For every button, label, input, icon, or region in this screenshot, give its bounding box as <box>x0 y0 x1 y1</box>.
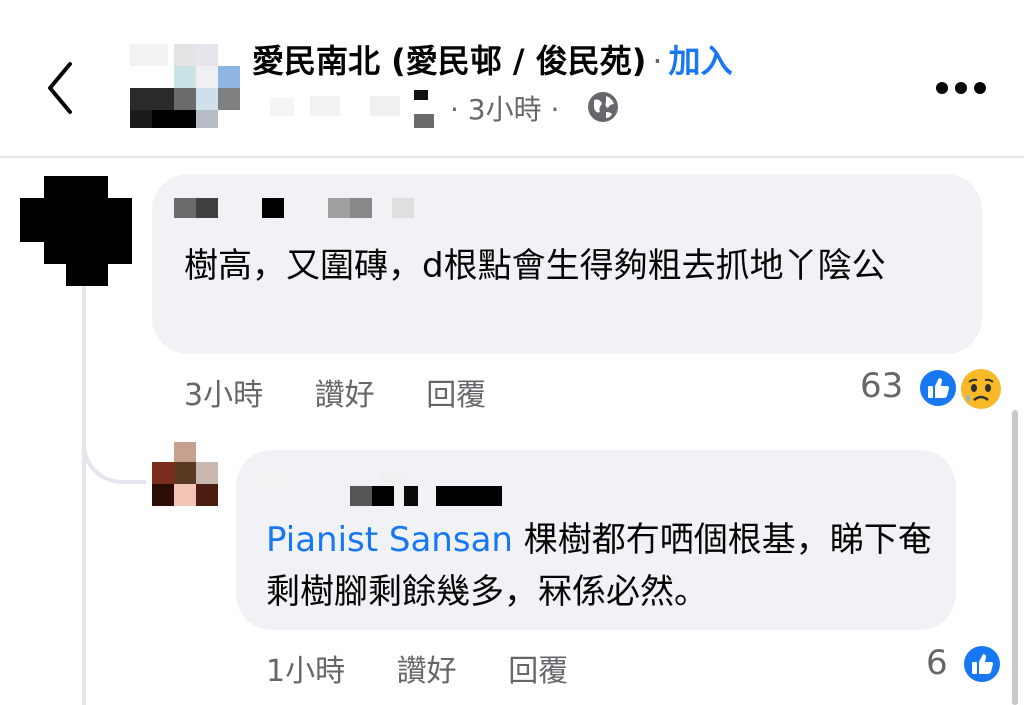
group-avatar[interactable] <box>130 44 240 128</box>
thread-branch <box>82 400 146 484</box>
group-title[interactable]: 愛民南北 (愛民邨 / 俊民苑) · 加入 <box>252 36 733 82</box>
comment-time[interactable]: 1小時 <box>266 654 345 689</box>
commenter-name-redacted <box>260 472 502 508</box>
reply-bubble[interactable]: Pianist Sansan 棵樹都冇哂個根基，睇下奄剩樹腳剩餘幾多，冧係必然。 <box>236 450 956 630</box>
poster-name-redacted <box>270 90 434 128</box>
like-icon[interactable] <box>962 644 1002 684</box>
header-divider <box>0 156 1024 158</box>
chevron-left-icon[interactable] <box>40 58 84 118</box>
like-button[interactable]: 讚好 <box>397 654 457 689</box>
scrollbar[interactable] <box>1012 410 1018 705</box>
avatar[interactable] <box>152 442 218 506</box>
comment-bubble[interactable]: 樹高，又圍磚，d根點會生得夠粗去抓地丫陰公 <box>152 174 982 354</box>
like-button[interactable]: 讚好 <box>315 378 375 413</box>
sad-icon[interactable] <box>960 368 1002 410</box>
reply-button[interactable]: 回覆 <box>508 654 568 689</box>
mention-link[interactable]: Pianist Sansan <box>266 520 513 560</box>
comment-actions: 3小時 讚好 回覆 <box>184 370 528 414</box>
comment-text: 樹高，又圍磚，d根點會生得夠粗去抓地丫陰公 <box>184 246 886 286</box>
comment-time[interactable]: 3小時 <box>184 378 263 413</box>
reply-button[interactable]: 回覆 <box>426 378 486 413</box>
reply-actions: 1小時 讚好 回覆 <box>266 646 610 690</box>
group-name-label[interactable]: 愛民南北 (愛民邨 / 俊民苑) <box>252 42 646 80</box>
more-horizontal-icon[interactable] <box>934 80 988 96</box>
thread-line <box>82 262 86 705</box>
commenter-name-redacted <box>174 198 414 220</box>
reply-text: Pianist Sansan 棵樹都冇哂個根基，睇下奄剩樹腳剩餘幾多，冧係必然。 <box>266 514 946 618</box>
separator-dot: · <box>652 42 663 80</box>
avatar[interactable] <box>20 176 132 286</box>
reaction-count[interactable]: 6 <box>926 643 948 683</box>
post-time: · 3小時 · <box>450 93 560 126</box>
reaction-count[interactable]: 63 <box>860 366 903 406</box>
join-button[interactable]: 加入 <box>669 42 733 80</box>
like-icon[interactable] <box>918 368 958 408</box>
globe-icon <box>588 92 618 122</box>
